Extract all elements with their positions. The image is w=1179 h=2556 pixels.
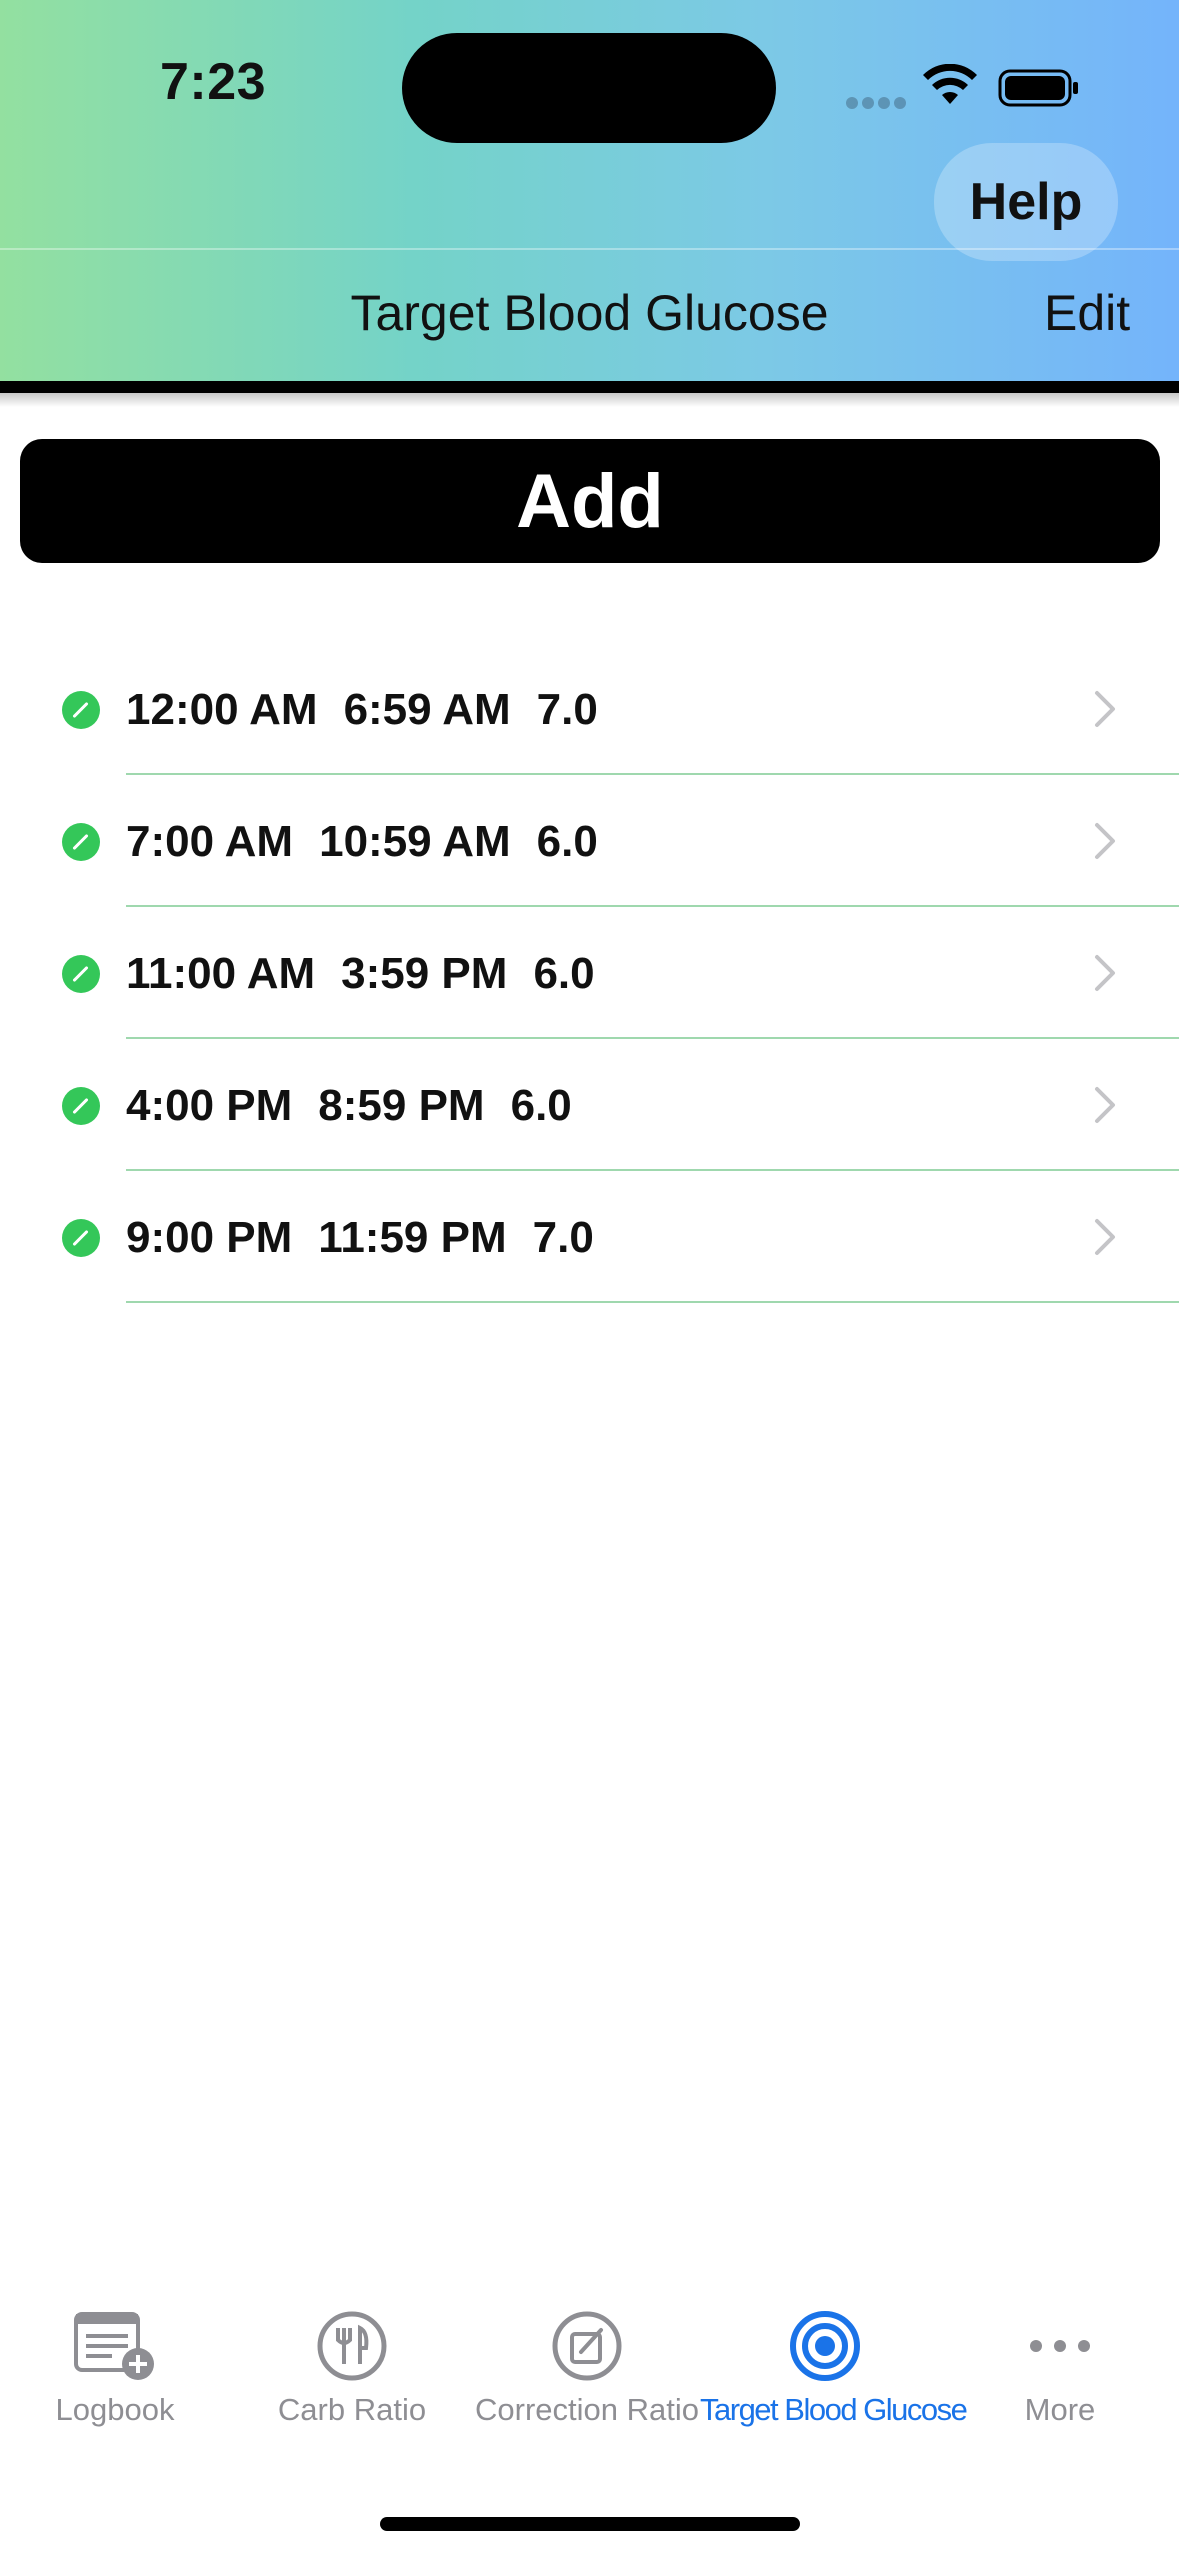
target-range-list: 12:00 AM 6:59 AM 7.0 7:00 AM 10:59 AM 6.0 11… [0, 643, 1179, 1303]
end-time: 3:59 PM [341, 949, 508, 998]
cellular-signal-icon [846, 96, 910, 114]
help-button[interactable]: Help [934, 143, 1118, 261]
end-time: 8:59 PM [318, 1081, 485, 1130]
edit-button[interactable]: Edit [1044, 284, 1130, 342]
edit-status-icon [62, 1219, 100, 1257]
end-time: 11:59 PM [318, 1213, 507, 1262]
edit-square-icon [552, 2311, 622, 2381]
more-dots-icon [1030, 2340, 1090, 2352]
start-time: 11:00 AM [126, 949, 316, 998]
edit-status-icon [62, 955, 100, 993]
tab-label: Logbook [55, 2392, 175, 2427]
logbook-add-icon [74, 2312, 154, 2380]
home-indicator [380, 2517, 800, 2531]
edit-status-icon [62, 1087, 100, 1125]
status-time: 7:23 [160, 53, 267, 111]
tab-label: More [1024, 2392, 1096, 2427]
fork-knife-icon [317, 2311, 387, 2381]
tab-correction-ratio[interactable]: Correction Ratio [472, 2310, 702, 2428]
tab-label: Carb Ratio [277, 2392, 427, 2427]
start-time: 9:00 PM [126, 1213, 293, 1262]
target-value: 6.0 [536, 817, 598, 866]
tab-label: Correction Ratio [475, 2392, 699, 2427]
add-button[interactable]: Add [20, 439, 1160, 563]
tab-target-blood-glucose[interactable]: Target Blood Glucose [700, 2310, 968, 2428]
row-divider [126, 1301, 1179, 1303]
list-item[interactable]: 9:00 PM 11:59 PM 7.0 [0, 1171, 1179, 1303]
tab-carb-ratio[interactable]: Carb Ratio [262, 2310, 442, 2428]
dynamic-island [402, 33, 776, 143]
tab-more[interactable]: More [990, 2310, 1130, 2428]
start-time: 4:00 PM [126, 1081, 293, 1130]
list-item[interactable]: 12:00 AM 6:59 AM 7.0 [0, 643, 1179, 775]
edit-status-icon [62, 691, 100, 729]
battery-icon [998, 69, 1078, 107]
header-bottom-border [0, 381, 1179, 393]
chevron-right-icon [1095, 691, 1115, 727]
list-item[interactable]: 7:00 AM 10:59 AM 6.0 [0, 775, 1179, 907]
target-icon [790, 2311, 860, 2381]
chevron-right-icon [1095, 955, 1115, 991]
end-time: 10:59 AM [319, 817, 511, 866]
chevron-right-icon [1095, 823, 1115, 859]
tab-bar: Logbook Carb Ratio Correction Ratio Targ… [0, 2310, 1179, 2460]
page-title: Target Blood Glucose [350, 285, 829, 341]
tab-label: Target Blood Glucose [700, 2392, 968, 2427]
start-time: 12:00 AM [126, 685, 318, 734]
wifi-icon [923, 64, 977, 104]
target-value: 7.0 [536, 685, 598, 734]
header-shadow [0, 393, 1179, 407]
list-item[interactable]: 11:00 AM 3:59 PM 6.0 [0, 907, 1179, 1039]
list-item[interactable]: 4:00 PM 8:59 PM 6.0 [0, 1039, 1179, 1171]
target-value: 6.0 [510, 1081, 572, 1130]
target-value: 6.0 [533, 949, 595, 998]
chevron-right-icon [1095, 1087, 1115, 1123]
end-time: 6:59 AM [343, 685, 511, 734]
target-value: 7.0 [532, 1213, 594, 1262]
start-time: 7:00 AM [126, 817, 294, 866]
tab-logbook[interactable]: Logbook [40, 2310, 190, 2428]
chevron-right-icon [1095, 1219, 1115, 1255]
edit-status-icon [62, 823, 100, 861]
